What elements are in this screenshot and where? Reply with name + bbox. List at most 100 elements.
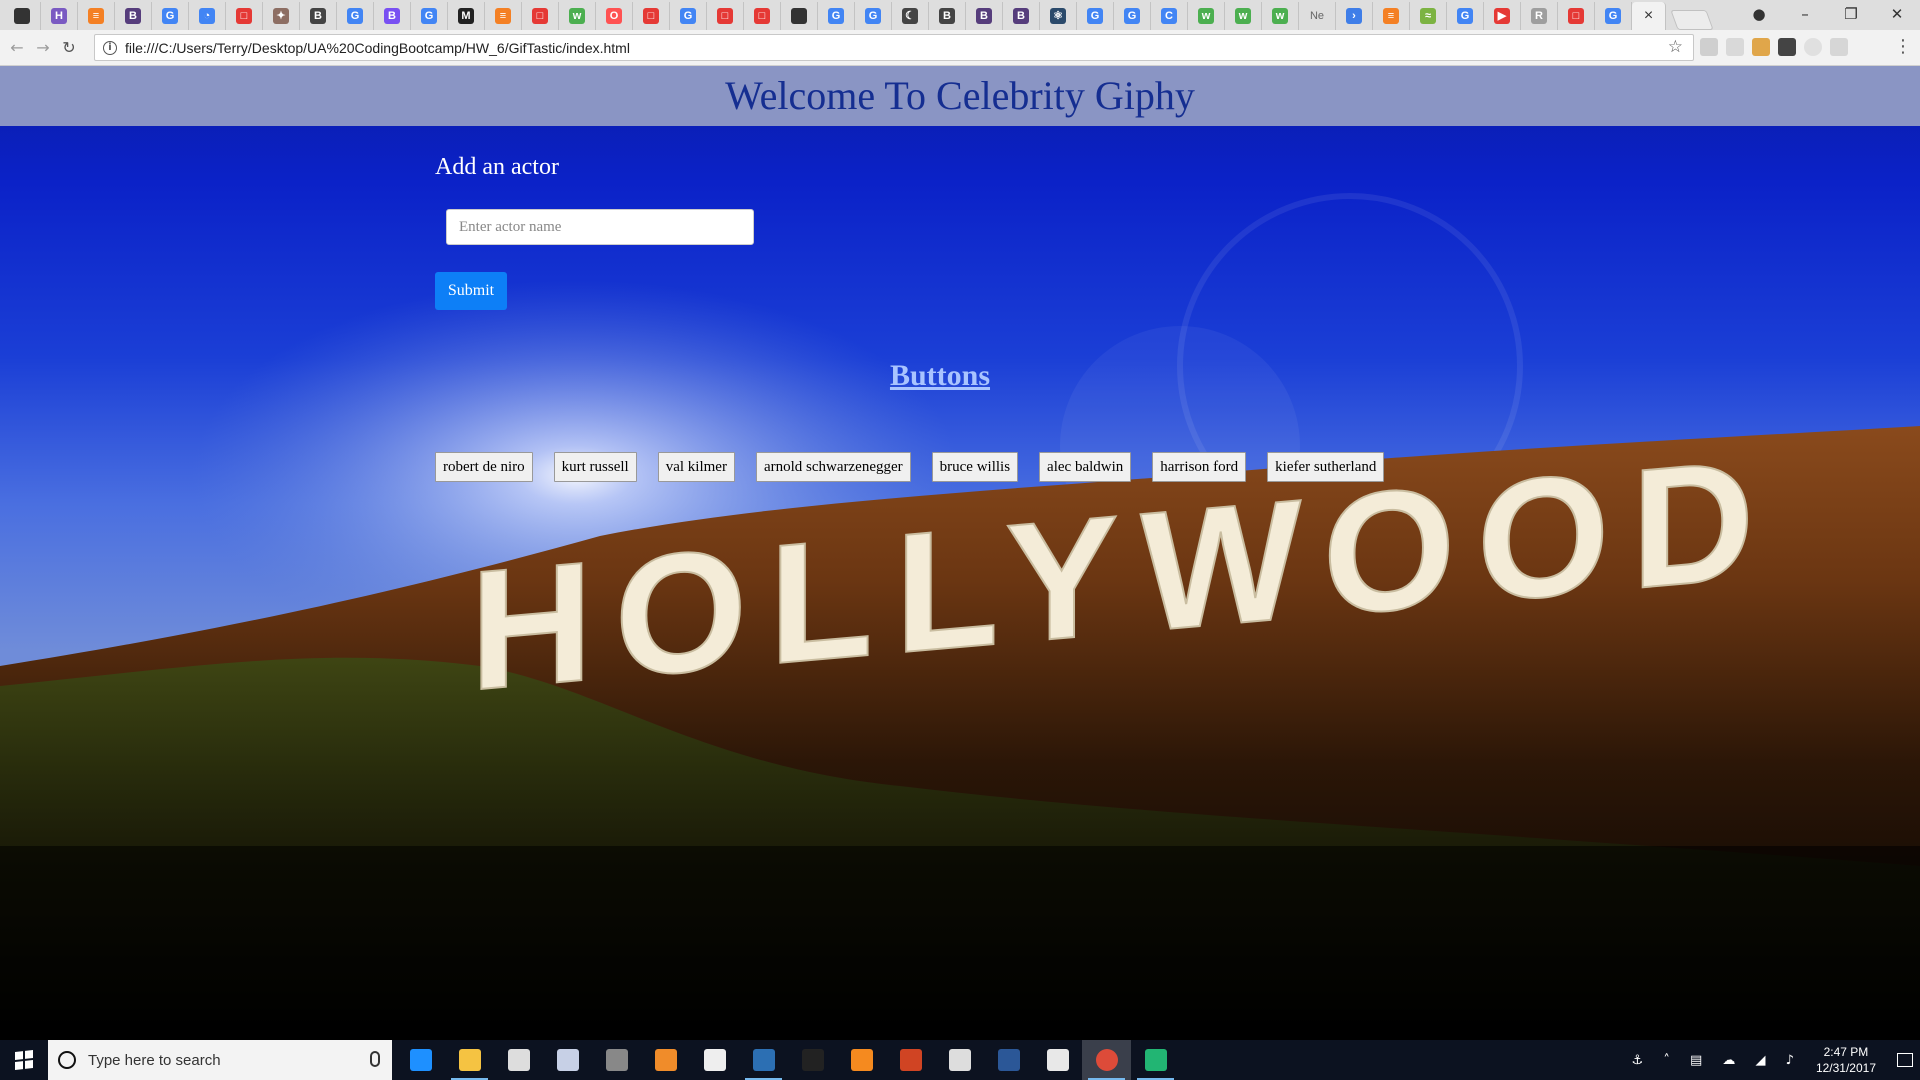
browser-tab[interactable]: ☾ (892, 2, 929, 30)
codepen-icon: □ (643, 8, 659, 24)
browser-tab[interactable] (4, 2, 41, 30)
taskbar-app[interactable] (396, 1040, 445, 1080)
browser-tab[interactable]: R (1521, 2, 1558, 30)
url-text[interactable]: file:///C:/Users/Terry/Desktop/UA%20Codi… (125, 40, 630, 56)
actor-button[interactable]: kurt russell (553, 452, 637, 482)
browser-tab[interactable]: Ne (1299, 2, 1336, 30)
browser-tab[interactable]: G (411, 2, 448, 30)
taskbar-search[interactable]: Type here to search (48, 1040, 392, 1080)
taskbar-app[interactable] (1082, 1040, 1131, 1080)
extension-icon[interactable] (1752, 38, 1770, 56)
browser-tab[interactable]: ◔ (189, 2, 226, 30)
google-icon: G (1124, 8, 1140, 24)
browser-tab[interactable]: ✦ (263, 2, 300, 30)
browser-tab[interactable]: ⚛ (1040, 2, 1077, 30)
browser-tab[interactable] (781, 2, 818, 30)
microphone-icon[interactable] (370, 1051, 380, 1067)
taskbar-app[interactable] (788, 1040, 837, 1080)
browser-tab[interactable]: M (448, 2, 485, 30)
start-button[interactable] (0, 1040, 48, 1080)
browser-tab[interactable]: □ (522, 2, 559, 30)
browser-tab[interactable]: w (559, 2, 596, 30)
browser-tab[interactable]: B (929, 2, 966, 30)
actor-name-input[interactable] (446, 209, 754, 245)
browser-tab[interactable]: w (1188, 2, 1225, 30)
browser-tab[interactable]: ≡ (485, 2, 522, 30)
taskbar-app[interactable] (592, 1040, 641, 1080)
browser-tab[interactable]: G (1595, 2, 1632, 30)
browser-menu-icon[interactable]: ⋮ (1894, 36, 1912, 57)
browser-tab[interactable]: G (1447, 2, 1484, 30)
bookmark-star-icon[interactable]: ☆ (1668, 37, 1683, 57)
minimize-button[interactable]: – (1782, 5, 1828, 23)
close-tab-icon[interactable]: × (1644, 7, 1653, 25)
browser-tab[interactable]: B (1003, 2, 1040, 30)
extension-icon[interactable] (1726, 38, 1744, 56)
browser-tab[interactable]: □ (1558, 2, 1595, 30)
bcs-icon: B (939, 8, 955, 24)
browser-tab[interactable]: □ (633, 2, 670, 30)
site-info-icon[interactable]: i (103, 40, 117, 55)
extension-icon[interactable] (1778, 38, 1796, 56)
taskbar-app[interactable] (984, 1040, 1033, 1080)
browser-tab[interactable]: □ (226, 2, 263, 30)
browser-tab[interactable]: □ (707, 2, 744, 30)
close-window-button[interactable]: ✕ (1874, 5, 1920, 23)
browser-tab[interactable]: C (1151, 2, 1188, 30)
taskbar-app[interactable] (543, 1040, 592, 1080)
new-tab-button[interactable] (1670, 10, 1714, 30)
browser-tab[interactable]: › (1336, 2, 1373, 30)
forward-button[interactable]: → (30, 38, 56, 57)
tray-icons[interactable]: ⚓ ˄ ▤ ☁ ◢ ♪ (1632, 1053, 1802, 1068)
extension-icon[interactable] (1830, 38, 1848, 56)
browser-tab[interactable]: ▶ (1484, 2, 1521, 30)
actor-button[interactable]: alec baldwin (1039, 452, 1132, 482)
browser-tab[interactable]: G (1077, 2, 1114, 30)
taskbar-app[interactable] (494, 1040, 543, 1080)
taskbar-app[interactable] (935, 1040, 984, 1080)
reload-button[interactable]: ↻ (56, 38, 82, 57)
browser-tab[interactable]: G (818, 2, 855, 30)
submit-button[interactable]: Submit (435, 272, 507, 310)
taskbar-app[interactable] (1131, 1040, 1180, 1080)
browser-tab[interactable]: B (115, 2, 152, 30)
taskbar-app[interactable] (445, 1040, 494, 1080)
browser-tab[interactable]: ≈ (1410, 2, 1447, 30)
browser-tab[interactable]: B (300, 2, 337, 30)
actor-button[interactable]: kiefer sutherland (1267, 452, 1385, 482)
browser-tab[interactable]: H (41, 2, 78, 30)
browser-tab[interactable]: w (1262, 2, 1299, 30)
browser-tab[interactable]: G (855, 2, 892, 30)
taskbar-app[interactable] (1033, 1040, 1082, 1080)
actor-button[interactable]: bruce willis (931, 452, 1019, 482)
restore-button[interactable]: ❐ (1828, 5, 1874, 23)
browser-tab[interactable]: G (1114, 2, 1151, 30)
profile-icon[interactable]: ● (1736, 5, 1782, 23)
browser-tab[interactable]: B (966, 2, 1003, 30)
browser-tab[interactable]: ≡ (1373, 2, 1410, 30)
browser-tab[interactable]: B (374, 2, 411, 30)
action-center-button[interactable] (1890, 1040, 1920, 1080)
browser-tab[interactable]: G (152, 2, 189, 30)
extension-icon[interactable] (1804, 38, 1822, 56)
back-button[interactable]: ← (4, 38, 30, 57)
taskbar-app[interactable] (641, 1040, 690, 1080)
browser-tab[interactable]: ≡ (78, 2, 115, 30)
extension-icon[interactable] (1700, 38, 1718, 56)
browser-tab[interactable]: G (337, 2, 374, 30)
taskbar-app[interactable] (690, 1040, 739, 1080)
actor-button[interactable]: val kilmer (657, 452, 735, 482)
browser-tab[interactable]: □ (744, 2, 781, 30)
taskbar-app[interactable] (837, 1040, 886, 1080)
address-bar[interactable]: i file:///C:/Users/Terry/Desktop/UA%20Co… (94, 34, 1694, 61)
browser-tab[interactable]: G (670, 2, 707, 30)
browser-tab[interactable]: w (1225, 2, 1262, 30)
taskbar-app[interactable] (886, 1040, 935, 1080)
actor-button[interactable]: harrison ford (1152, 452, 1247, 482)
active-browser-tab[interactable]: × (1632, 2, 1666, 30)
taskbar-app[interactable] (739, 1040, 788, 1080)
actor-button[interactable]: robert de niro (435, 452, 533, 482)
taskbar-clock[interactable]: 2:47 PM 12/31/2017 (1816, 1044, 1876, 1076)
browser-tab[interactable]: O (596, 2, 633, 30)
actor-button[interactable]: arnold schwarzenegger (755, 452, 911, 482)
